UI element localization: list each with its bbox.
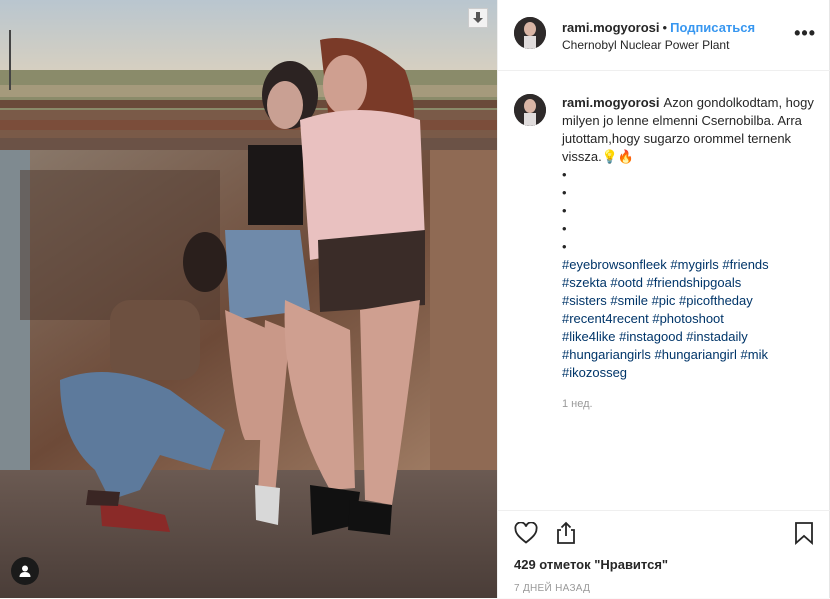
follow-button[interactable]: Подписаться: [670, 20, 755, 35]
bookmark-icon: [794, 521, 814, 550]
post-photo-image: [0, 0, 497, 598]
caption-bullet: •: [562, 221, 567, 236]
hashtag-line[interactable]: #like4like #instagood #instadaily: [562, 328, 817, 346]
share-icon: [555, 521, 577, 550]
caption: rami.mogyorosi Azon gondolkodtam, hogy mi…: [562, 94, 817, 382]
user-tag-button[interactable]: [11, 557, 39, 585]
post-side-panel: rami.mogyorosi • Подписаться Chernobyl Nuc…: [497, 0, 830, 598]
instagram-post: rami.mogyorosi • Подписаться Chernobyl Nuc…: [0, 0, 830, 598]
post-date: 7 ДНЕЙ НАЗАД: [514, 583, 591, 594]
download-button[interactable]: [468, 8, 488, 28]
more-options-button[interactable]: •••: [794, 24, 816, 42]
download-icon: [471, 11, 485, 25]
hashtag-line[interactable]: #hungariangirls #hungariangirl #mik: [562, 346, 817, 364]
avatar[interactable]: [514, 17, 546, 49]
user-tag-icon: [18, 564, 32, 578]
post-header: rami.mogyorosi • Подписаться Chernobyl Nuc…: [498, 0, 830, 71]
post-photo[interactable]: [0, 0, 497, 598]
caption-username[interactable]: rami.mogyorosi: [562, 95, 660, 110]
hashtag-line[interactable]: #ikozosseg: [562, 364, 817, 382]
header-names: rami.mogyorosi • Подписаться Chernobyl Nuc…: [562, 19, 755, 54]
action-bar: 429 отметок "Нравится" 7 ДНЕЙ НАЗАД: [498, 510, 830, 599]
hashtag-line[interactable]: #eyebrowsonfleek #mygirls #friends: [562, 256, 817, 274]
location-link[interactable]: Chernobyl Nuclear Power Plant: [562, 37, 755, 54]
hashtag-line[interactable]: #sisters #smile #pic #picoftheday: [562, 292, 817, 310]
heart-icon: [514, 520, 538, 549]
hashtag-line[interactable]: #recent4recent #photoshoot: [562, 310, 817, 328]
separator-dot: •: [662, 20, 668, 35]
caption-bullet: •: [562, 185, 567, 200]
like-button[interactable]: [512, 520, 540, 549]
caption-avatar[interactable]: [514, 94, 546, 126]
caption-bullet: •: [562, 167, 567, 182]
share-button[interactable]: [552, 521, 580, 549]
hashtag-line[interactable]: #szekta #ootd #friendshipgoals: [562, 274, 817, 292]
comments-section: rami.mogyorosi Azon gondolkodtam, hogy mi…: [498, 70, 830, 510]
caption-bullet: •: [562, 239, 567, 254]
likes-count[interactable]: 429 отметок "Нравится": [514, 557, 668, 572]
caption-time: 1 нед.: [562, 398, 593, 410]
username-link[interactable]: rami.mogyorosi: [562, 20, 660, 35]
caption-bullet: •: [562, 203, 567, 218]
save-button[interactable]: [790, 521, 818, 549]
